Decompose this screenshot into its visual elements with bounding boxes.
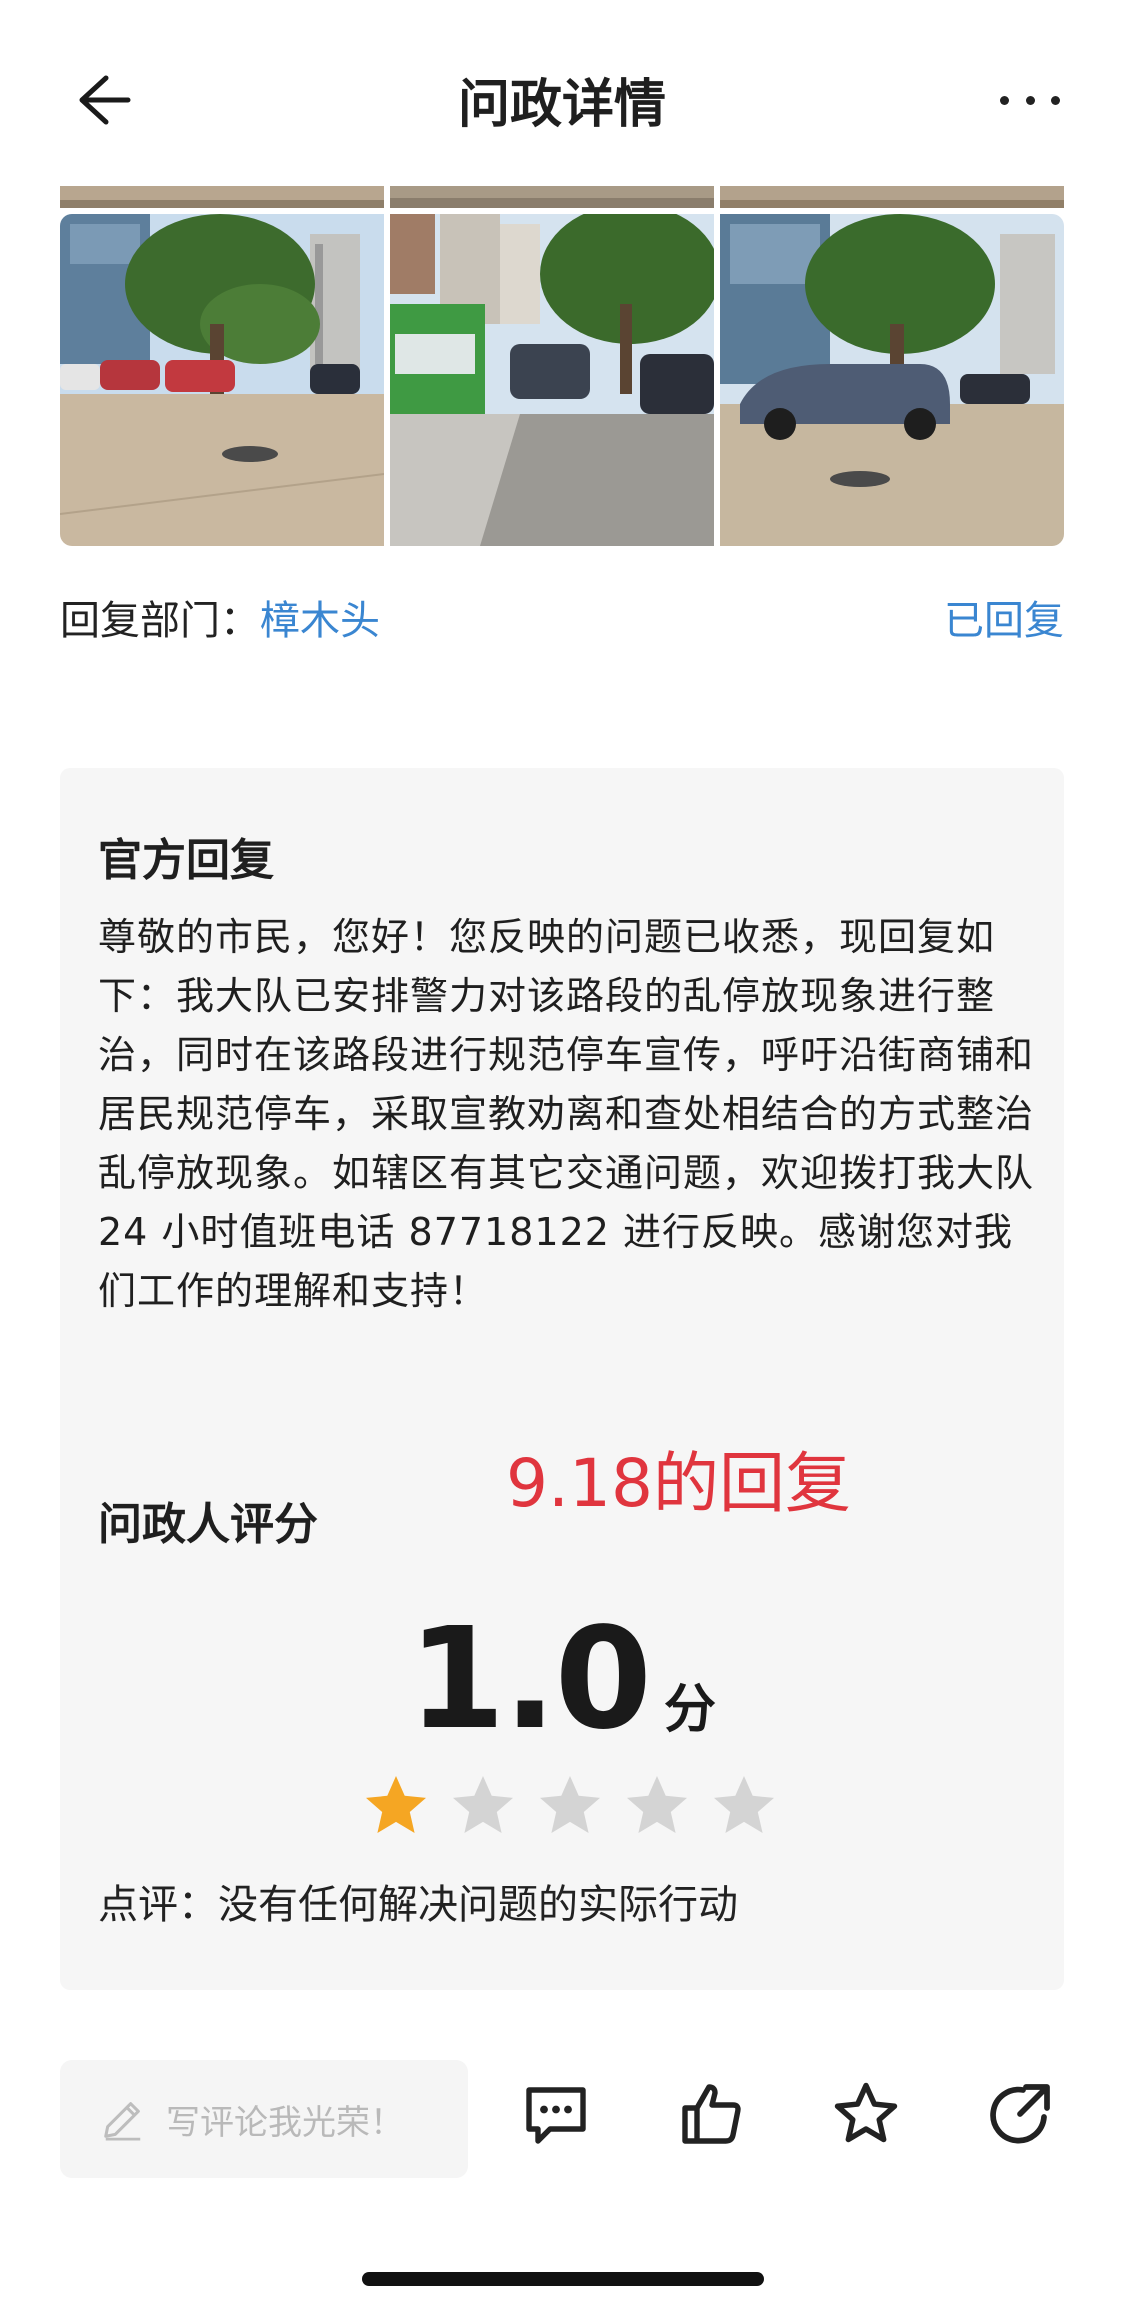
reply-department-label: 回复部门： bbox=[60, 598, 260, 644]
official-reply-card: 官方回复 尊敬的市民，您好！您反映的问题已收悉，现回复如下：我大队已安排警力对该… bbox=[60, 768, 1064, 1990]
rating-title: 问政人评分 bbox=[98, 1499, 318, 1550]
comment-placeholder: 写评论我光荣！ bbox=[166, 2102, 404, 2143]
official-reply-title: 官方回复 bbox=[98, 835, 274, 886]
bottom-action-bar: 写评论我光荣！ bbox=[0, 2040, 1124, 2180]
comment-icon[interactable] bbox=[520, 2078, 592, 2150]
favorite-star-icon[interactable] bbox=[830, 2078, 902, 2150]
photo-gallery bbox=[60, 214, 1064, 546]
score-unit: 分 bbox=[664, 1680, 717, 1740]
header: 问政详情 bbox=[0, 0, 1124, 190]
official-reply-text: 尊敬的市民，您好！您反映的问题已收悉，现回复如下：我大队已安排警力对该路段的乱停… bbox=[98, 915, 1035, 1313]
share-icon[interactable] bbox=[984, 2078, 1056, 2150]
street-photo-1[interactable] bbox=[60, 214, 384, 546]
comment-input[interactable]: 写评论我光荣！ bbox=[60, 2060, 468, 2178]
page-title: 问政详情 bbox=[457, 75, 666, 135]
street-photo-2[interactable] bbox=[390, 214, 714, 546]
star-rating bbox=[360, 1770, 780, 1842]
star-icon bbox=[714, 1776, 774, 1833]
pencil-icon bbox=[104, 2102, 141, 2141]
rating-comment: 点评：没有任何解决问题的实际行动 bbox=[98, 1882, 738, 1928]
thumbs-up-icon[interactable] bbox=[676, 2078, 748, 2150]
photo-row-partial bbox=[60, 186, 1064, 208]
annotation-text: 9.18的回复 bbox=[506, 1445, 851, 1522]
more-horizontal-icon[interactable] bbox=[1000, 88, 1060, 112]
reply-department-link[interactable]: 樟木头 bbox=[260, 598, 380, 644]
score-display: 1.0 分 bbox=[60, 1598, 1064, 1761]
star-icon bbox=[366, 1776, 426, 1833]
star-icon bbox=[627, 1776, 687, 1833]
street-photo-3[interactable] bbox=[720, 214, 1064, 546]
score-value: 1.0 bbox=[407, 1598, 652, 1761]
reply-info-row: 回复部门：樟木头 已回复 bbox=[60, 588, 1064, 648]
home-indicator bbox=[362, 2272, 764, 2286]
star-icon bbox=[453, 1776, 513, 1833]
star-icon bbox=[540, 1776, 600, 1833]
reply-status: 已回复 bbox=[944, 598, 1064, 644]
